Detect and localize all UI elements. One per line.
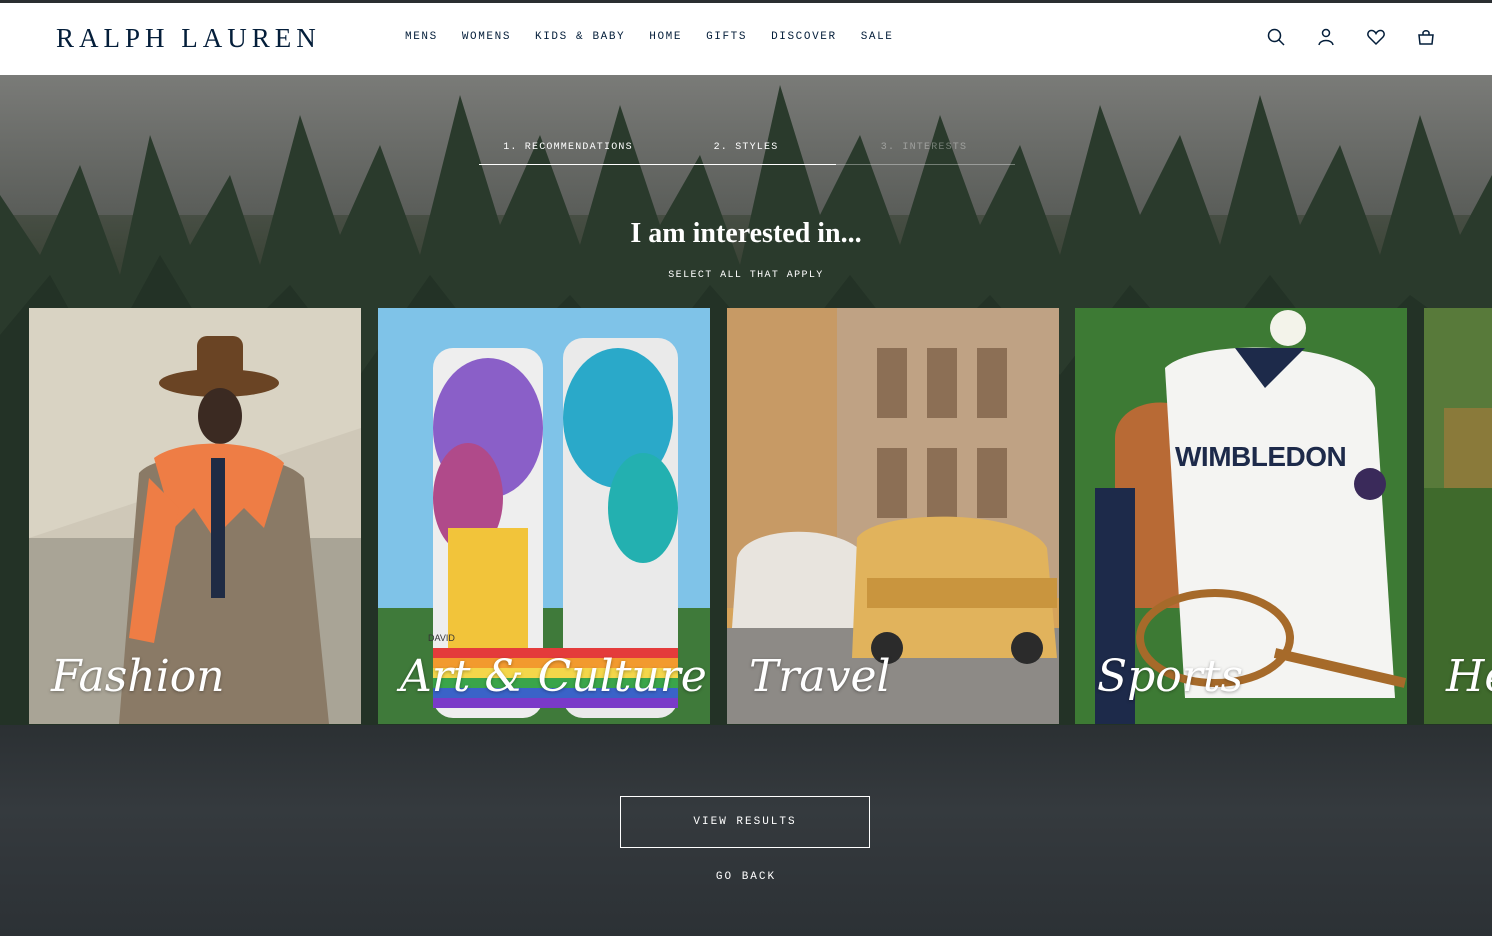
nav-mens[interactable]: MENS bbox=[405, 31, 438, 43]
wishlist-heart-icon[interactable] bbox=[1366, 27, 1386, 47]
mural-signature: DAVID bbox=[428, 633, 455, 643]
nav-discover[interactable]: DISCOVER bbox=[771, 31, 837, 43]
step-interests[interactable]: 3. INTERESTS bbox=[835, 142, 1013, 153]
progress-line-complete bbox=[479, 164, 836, 165]
brand-logo[interactable]: RALPH LAUREN bbox=[56, 23, 321, 54]
nav-sale[interactable]: SALE bbox=[861, 31, 894, 43]
interest-card-fashion[interactable]: Fashion bbox=[29, 308, 361, 724]
go-back-link[interactable]: GO BACK bbox=[0, 871, 1492, 883]
wimbledon-jacket-text: WIMBLEDON bbox=[1175, 441, 1347, 472]
quiz-subtitle: SELECT ALL THAT APPLY bbox=[668, 270, 824, 281]
shopping-bag-icon[interactable] bbox=[1416, 27, 1436, 47]
card-label-fashion: Fashion bbox=[51, 651, 225, 702]
view-results-button[interactable]: VIEW RESULTS bbox=[620, 796, 870, 848]
card-label-travel: Travel bbox=[749, 651, 891, 702]
main-nav: MENS WOMENS KIDS & BABY HOME GIFTS DISCO… bbox=[405, 31, 918, 43]
interest-card-sports[interactable]: WIMBLEDON Sports bbox=[1075, 308, 1407, 724]
card-label-sports: Sports bbox=[1097, 651, 1244, 702]
interest-card-partial[interactable]: He bbox=[1424, 308, 1492, 724]
header-icons bbox=[1266, 27, 1436, 47]
nav-womens[interactable]: WOMENS bbox=[462, 31, 511, 43]
search-icon[interactable] bbox=[1266, 27, 1286, 47]
account-icon[interactable] bbox=[1316, 27, 1336, 47]
step-styles[interactable]: 2. STYLES bbox=[657, 142, 835, 153]
interest-quiz-hero: 1. RECOMMENDATIONS 2. STYLES 3. INTEREST… bbox=[0, 75, 1492, 936]
nav-kids-baby[interactable]: KIDS & BABY bbox=[535, 31, 625, 43]
card-label-partial: He bbox=[1446, 651, 1492, 702]
card-label-art-culture: Art & Culture bbox=[400, 651, 707, 702]
site-header: RALPH LAUREN MENS WOMENS KIDS & BABY HOM… bbox=[0, 3, 1492, 75]
quiz-headline: I am interested in... bbox=[630, 218, 862, 249]
nav-home[interactable]: HOME bbox=[649, 31, 682, 43]
progress-line-remaining bbox=[836, 164, 1015, 165]
interest-card-travel[interactable]: Travel bbox=[727, 308, 1059, 724]
nav-gifts[interactable]: GIFTS bbox=[706, 31, 747, 43]
quiz-progress-steps: 1. RECOMMENDATIONS 2. STYLES 3. INTEREST… bbox=[479, 142, 1015, 166]
interest-card-art-culture[interactable]: DAVID Art & Culture bbox=[378, 308, 710, 724]
step-recommendations[interactable]: 1. RECOMMENDATIONS bbox=[479, 142, 657, 153]
